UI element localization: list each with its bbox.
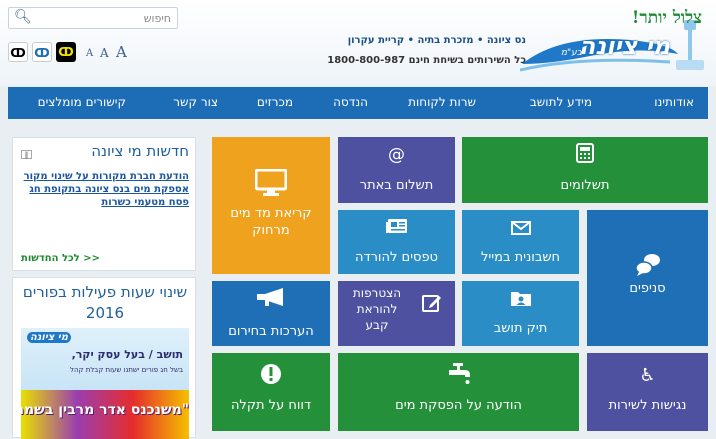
exclamation-icon: [212, 363, 330, 389]
contrast-normal-icon[interactable]: ↀ: [8, 42, 28, 62]
banner-slogan: "משנכנס אדר מרבין בשמחה": [21, 402, 189, 418]
tile-label: הצטרפות להוראת קבע: [352, 286, 402, 332]
site-logo[interactable]: צלול יותר! מי ציונה בע"מ: [520, 4, 712, 84]
tile-accessibility[interactable]: ♿︎ נגישות לשירות: [587, 353, 708, 431]
tile-water-stop[interactable]: הודעה על הפסקת מים: [338, 353, 579, 431]
news-box: חדשות מי ציונה ‖ הודעת חברת מקורות על שי…: [12, 137, 196, 271]
banner-brand: מי ציונה: [27, 332, 71, 343]
search-input[interactable]: חיפוש: [144, 12, 171, 25]
main-nav: אודותינו מידע לתושב שרות לקוחות הנדסה מכ…: [8, 87, 708, 119]
tile-label: דווח על תקלה: [230, 398, 312, 413]
nav-about[interactable]: אודותינו: [654, 95, 694, 109]
nav-contact[interactable]: צור קשר: [173, 95, 218, 109]
tagline: נס ציונה • מזכרת בתיה • קריית עקרון: [347, 35, 526, 46]
tile-label: קריאת מד מים מרחוק: [230, 206, 312, 238]
news-title: חדשות מי ציונה: [91, 142, 189, 160]
wheelchair-icon: ♿︎: [639, 365, 656, 386]
tile-fault-report[interactable]: דווח על תקלה: [212, 353, 330, 431]
edit-icon: [422, 295, 441, 312]
chat-bubbles-icon: [587, 252, 708, 280]
tile-payments[interactable]: תשלומים: [462, 137, 708, 203]
tile-remote-meter[interactable]: קריאת מד מים מרחוק: [212, 137, 330, 274]
nav-resident-info[interactable]: מידע לתושב: [530, 95, 592, 109]
nav-tenders[interactable]: מכרזים: [257, 95, 293, 109]
banner-sub: בשל חג פורים ישתנו שעות קבלת קהל: [69, 366, 183, 374]
nav-links[interactable]: קישורים מומלצים: [38, 95, 126, 109]
font-size-medium[interactable]: A: [100, 46, 109, 60]
megaphone-icon: [212, 287, 330, 311]
pause-icon[interactable]: ‖: [21, 150, 32, 159]
calculator-icon: [462, 143, 708, 167]
all-news-link[interactable]: לכל החדשות >>: [21, 253, 100, 264]
faucet-icon: [338, 363, 579, 389]
banner-line: תושב / בעל עסק יקר,: [71, 348, 183, 361]
slogan: צלול יותר!: [631, 8, 702, 28]
search-icon[interactable]: 🔍︎: [14, 9, 32, 25]
brand-suffix: בע"מ: [560, 48, 582, 58]
tile-direct-debit[interactable]: הצטרפות להוראת קבע: [338, 281, 455, 346]
purim-banner[interactable]: מי ציונה תושב / בעל עסק יקר, בשל חג פורי…: [21, 328, 189, 439]
font-size-large[interactable]: A: [116, 43, 127, 61]
at-sign-icon: @: [388, 145, 405, 165]
tile-label: תיק תושב: [493, 321, 548, 336]
contrast-blue-icon[interactable]: ↀ: [32, 42, 52, 62]
tile-label: הערכות בחירום: [228, 324, 314, 339]
tile-pay-online[interactable]: @ תשלום באתר: [338, 137, 455, 203]
font-size-small[interactable]: A: [86, 48, 93, 59]
search-box[interactable]: 🔍︎ חיפוש: [8, 7, 178, 29]
brand-name: מי ציונה: [578, 32, 670, 60]
tile-branches[interactable]: סניפים: [587, 210, 708, 346]
tile-label: חשבונית במייל: [480, 250, 561, 265]
news-item-link[interactable]: הודעת חברת מקורות על שינוי מקור אספקת מי…: [21, 170, 189, 242]
site-header: 🔍︎ חיפוש ↀ ↀ ↀ A A A נס ציונה • מזכרת בת…: [0, 0, 716, 86]
tile-email-bill[interactable]: חשבונית במייל: [462, 210, 579, 274]
tile-label: טפסים להורדה: [354, 250, 438, 265]
nav-customer-service[interactable]: שרות לקוחות: [408, 95, 476, 109]
tile-label: סניפים: [629, 281, 666, 296]
folder-user-icon: [462, 289, 579, 311]
tile-emergency[interactable]: הערכות בחירום: [212, 281, 330, 346]
tile-label: נגישות לשירות: [608, 398, 687, 413]
tile-label: תשלום באתר: [359, 178, 434, 193]
monitor-icon: [212, 168, 330, 201]
service-line: כל השירותים בשיחת חינם 1800-800-987: [327, 55, 526, 66]
envelope-icon: [462, 220, 579, 239]
newspaper-icon: [338, 218, 455, 238]
tile-label: הודעה על הפסקת מים: [395, 398, 522, 413]
nav-engineering[interactable]: הנדסה: [333, 95, 368, 109]
tile-label: תשלומים: [560, 178, 610, 193]
tile-resident-file[interactable]: תיק תושב: [462, 281, 579, 346]
hours-title[interactable]: שינוי שעות פעילות בפורים 2016: [13, 282, 197, 324]
tile-download-forms[interactable]: טפסים להורדה: [338, 210, 455, 274]
hours-box: שינוי שעות פעילות בפורים 2016 מי ציונה ת…: [12, 277, 197, 439]
contrast-high-icon[interactable]: ↀ: [56, 42, 76, 62]
